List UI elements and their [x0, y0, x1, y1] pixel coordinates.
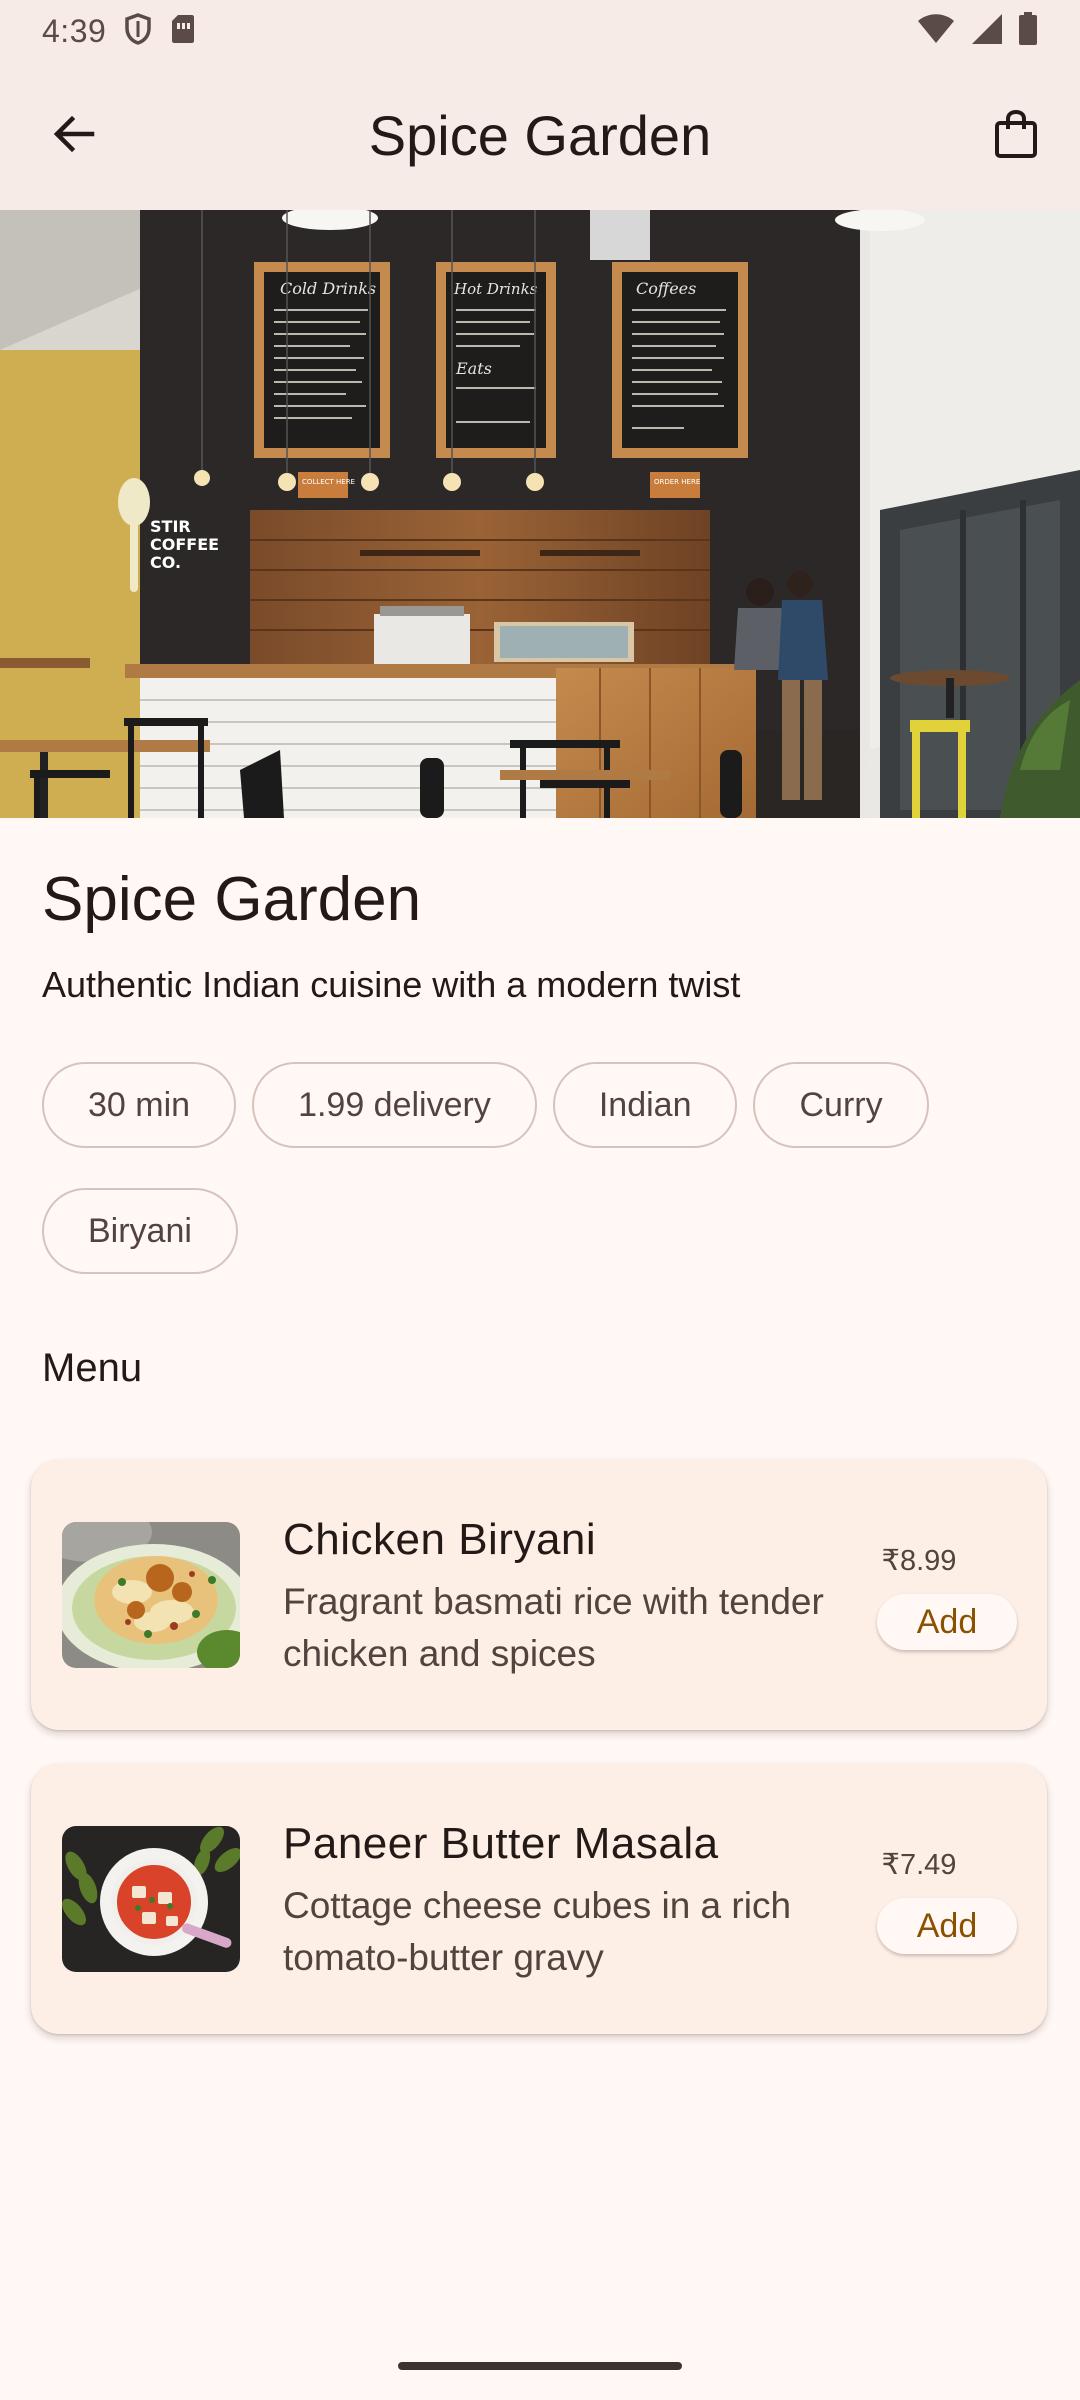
menu-item-price: ₹8.99	[881, 1545, 957, 1577]
status-time: 4:39	[42, 12, 107, 49]
menu-item-card[interactable]: Paneer Butter Masala Cottage cheese cube…	[31, 1764, 1047, 2034]
cart-button[interactable]	[970, 100, 1062, 172]
brand-line-2: COFFEE	[150, 535, 219, 554]
status-left: 4:39	[42, 13, 196, 50]
restaurant-description: Authentic Indian cuisine with a modern t…	[42, 964, 741, 1005]
menu-item-card[interactable]: Chicken Biryani Fragrant basmati rice wi…	[31, 1460, 1047, 1730]
menu-item-name: Paneer Butter Masala	[283, 1819, 719, 1868]
order-here-sign: ORDER HERE	[654, 478, 700, 486]
brand-line-3: CO.	[150, 553, 181, 572]
cold-drinks-sign: Cold Drinks	[280, 279, 376, 298]
sim-card-icon	[170, 13, 196, 50]
add-to-cart-button[interactable]: Add	[877, 1898, 1017, 1954]
shopping-bag-icon	[994, 109, 1038, 164]
menu-item-name: Chicken Biryani	[283, 1515, 597, 1564]
eats-sign: Eats	[455, 359, 492, 378]
menu-item-description: Fragrant basmati rice with tender chicke…	[283, 1581, 824, 1674]
tag-chips: 30 min 1.99 delivery Indian Curry Biryan…	[42, 1062, 1042, 1274]
menu-item-price: ₹7.49	[881, 1849, 957, 1881]
menu-item-description: Cottage cheese cubes in a rich tomato-bu…	[283, 1885, 792, 1978]
chip-delivery-fee[interactable]: 1.99 delivery	[252, 1062, 537, 1148]
app-bar: Spice Garden	[0, 62, 1080, 210]
status-bar: 4:39	[0, 0, 1080, 62]
hot-drinks-sign: Hot Drinks	[453, 280, 538, 298]
battery-icon	[1018, 11, 1038, 51]
wifi-icon	[916, 13, 956, 50]
paneer-butter-masala-image	[62, 1826, 240, 1972]
chip-delivery-time[interactable]: 30 min	[42, 1062, 237, 1148]
restaurant-hero-image: Cold Drinks Hot Drinks Coffees Eats COLL…	[0, 210, 1080, 818]
chicken-biryani-image	[62, 1522, 240, 1668]
status-right	[916, 11, 1038, 51]
brand-line-1: STIR	[150, 517, 191, 536]
chip-biryani[interactable]: Biryani	[42, 1188, 238, 1274]
menu-heading: Menu	[42, 1346, 143, 1390]
add-to-cart-button[interactable]: Add	[877, 1594, 1017, 1650]
collect-here-sign: COLLECT HERE	[302, 478, 355, 486]
chip-cuisine[interactable]: Indian	[552, 1062, 738, 1148]
shield-icon	[124, 12, 152, 50]
home-indicator[interactable]	[398, 2362, 682, 2370]
coffees-sign: Coffees	[636, 279, 696, 298]
restaurant-name: Spice Garden	[42, 865, 422, 934]
chip-curry[interactable]: Curry	[753, 1062, 929, 1148]
app-bar-title: Spice Garden	[368, 104, 712, 167]
signal-icon	[970, 12, 1004, 51]
